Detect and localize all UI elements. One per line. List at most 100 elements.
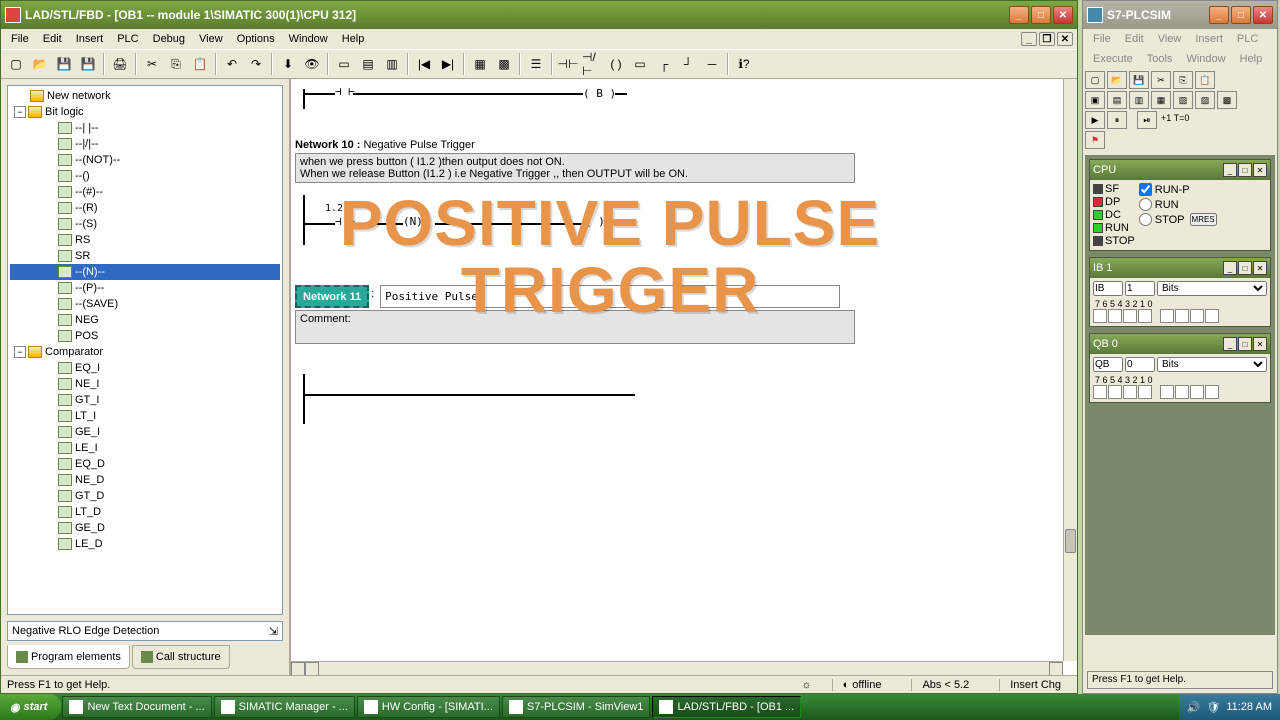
tree-bit-item[interactable]: --(R) xyxy=(10,200,280,216)
download-icon[interactable]: ⬇ xyxy=(277,53,299,75)
task-lad[interactable]: LAD/STL/FBD - [OB1 ... xyxy=(652,696,801,718)
p-cut-icon[interactable]: ✂ xyxy=(1151,71,1171,89)
lad-titlebar[interactable]: LAD/STL/FBD - [OB1 -- module 1\SIMATIC 3… xyxy=(1,1,1077,29)
p-step-icon[interactable]: ⏯ xyxy=(1137,111,1157,129)
w-close[interactable]: ✕ xyxy=(1253,261,1267,275)
horizontal-scrollbar[interactable] xyxy=(291,661,1063,675)
pmenu-window[interactable]: Window xyxy=(1180,51,1231,67)
save-icon[interactable]: 💾 xyxy=(53,53,75,75)
tray-icon[interactable]: 🛡 xyxy=(1206,701,1220,714)
pmenu-help[interactable]: Help xyxy=(1234,51,1269,67)
tree-bit-item[interactable]: --() xyxy=(10,168,280,184)
coil-icon[interactable]: ( ) xyxy=(605,53,627,75)
ib-format-select[interactable]: Bits xyxy=(1157,281,1267,296)
menu-insert[interactable]: Insert xyxy=(70,31,110,47)
w-min[interactable]: _ xyxy=(1223,261,1237,275)
tree-cmp-item[interactable]: LT_I xyxy=(10,408,280,424)
tree-cmp-item[interactable]: NE_D xyxy=(10,472,280,488)
p-run-icon[interactable]: ▶ xyxy=(1085,111,1105,129)
maximize-button[interactable]: □ xyxy=(1031,6,1051,24)
detail-icon[interactable]: ▩ xyxy=(493,53,515,75)
radio-stop[interactable]: STOP MRES xyxy=(1139,213,1217,226)
pmenu-insert[interactable]: Insert xyxy=(1189,31,1229,47)
branch-close-icon[interactable]: ┘ xyxy=(677,53,699,75)
net11-label[interactable]: Network 11 xyxy=(295,285,369,308)
tree-bit-item[interactable]: --| |-- xyxy=(10,120,280,136)
tree-bit-item[interactable]: POS xyxy=(10,328,280,344)
menu-view[interactable]: View xyxy=(193,31,229,47)
radio-run[interactable]: RUN xyxy=(1139,198,1217,211)
collapse-icon[interactable]: − xyxy=(14,346,26,358)
p-save-icon[interactable]: 💾 xyxy=(1129,71,1149,89)
mdi-close[interactable]: ✕ xyxy=(1057,32,1073,46)
scan-combo[interactable]: +1 T=0 xyxy=(1159,111,1191,129)
catalog-icon[interactable]: ☰ xyxy=(525,53,547,75)
mdi-restore[interactable]: ❐ xyxy=(1039,32,1055,46)
tab-program-elements[interactable]: Program elements xyxy=(7,645,130,669)
tree-bit-item[interactable]: RS xyxy=(10,232,280,248)
tree-cmp-item[interactable]: LE_I xyxy=(10,440,280,456)
contact-nc-icon[interactable]: ⊣/⊢ xyxy=(581,53,603,75)
ib-addr-input[interactable] xyxy=(1125,281,1155,296)
qb-format-select[interactable]: Bits xyxy=(1157,357,1267,372)
copy-icon[interactable]: ⎘ xyxy=(165,53,187,75)
ib-prefix[interactable] xyxy=(1093,281,1123,296)
plcsim-minimize[interactable]: _ xyxy=(1209,6,1229,24)
menu-plc[interactable]: PLC xyxy=(111,31,144,47)
menu-debug[interactable]: Debug xyxy=(147,31,191,47)
radio-runp[interactable]: RUN-P xyxy=(1139,183,1217,196)
print-icon[interactable]: 🖨 xyxy=(109,53,131,75)
scroll-left-icon[interactable] xyxy=(291,662,305,675)
plcsim-maximize[interactable]: □ xyxy=(1231,6,1251,24)
vertical-scrollbar[interactable] xyxy=(1063,79,1077,661)
system-tray[interactable]: 🔊 🛡 11:28 AM xyxy=(1179,694,1280,720)
dropdown-icon[interactable]: ⇲ xyxy=(269,625,278,638)
w-max[interactable]: □ xyxy=(1238,337,1252,351)
p-copy-icon[interactable]: ⎘ xyxy=(1173,71,1193,89)
w-close[interactable]: ✕ xyxy=(1253,337,1267,351)
tree-new-network[interactable]: New network xyxy=(10,88,280,104)
net11-title-input[interactable] xyxy=(380,285,840,308)
tree-bit-item[interactable]: --(#)-- xyxy=(10,184,280,200)
pmenu-view[interactable]: View xyxy=(1152,31,1188,47)
editor-area[interactable]: ⊣ ⊢ ( B ) Network 10 : Negative Pulse Tr… xyxy=(291,79,1077,675)
p-open-icon[interactable]: 📂 xyxy=(1107,71,1127,89)
tree-cmp-item[interactable]: GE_I xyxy=(10,424,280,440)
pmenu-execute[interactable]: Execute xyxy=(1087,51,1139,67)
pmenu-tools[interactable]: Tools xyxy=(1141,51,1179,67)
tool-icon[interactable]: ▭ xyxy=(333,53,355,75)
redo-icon[interactable]: ↷ xyxy=(245,53,267,75)
scroll-thumb[interactable] xyxy=(1065,529,1076,553)
qb-widget[interactable]: QB 0_□✕ Bits 7 6 5 4 3 2 1 0 xyxy=(1089,333,1271,403)
contact-no-icon[interactable]: ⊣⊢ xyxy=(557,53,579,75)
tree-comparator[interactable]: −Comparator xyxy=(10,344,280,360)
menu-edit[interactable]: Edit xyxy=(37,31,68,47)
qb-addr-input[interactable] xyxy=(1125,357,1155,372)
tree-bit-logic[interactable]: −Bit logic xyxy=(10,104,280,120)
menu-help[interactable]: Help xyxy=(336,31,371,47)
ib-widget[interactable]: IB 1_□✕ Bits 7 6 5 4 3 2 1 0 xyxy=(1089,257,1271,327)
w-max[interactable]: □ xyxy=(1238,163,1252,177)
pmenu-edit[interactable]: Edit xyxy=(1119,31,1150,47)
start-button[interactable]: ◉ start xyxy=(0,694,61,720)
w-min[interactable]: _ xyxy=(1223,337,1237,351)
tree-bit-item[interactable]: --|/|-- xyxy=(10,136,280,152)
w-max[interactable]: □ xyxy=(1238,261,1252,275)
tray-clock[interactable]: 11:28 AM xyxy=(1226,701,1272,713)
p-pause-icon[interactable]: ⏸ xyxy=(1107,111,1127,129)
tree-cmp-item[interactable]: LT_D xyxy=(10,504,280,520)
scroll-right-icon[interactable] xyxy=(1049,662,1063,675)
help-icon[interactable]: ℹ? xyxy=(733,53,755,75)
tree-cmp-item[interactable]: EQ_D xyxy=(10,456,280,472)
undo-icon[interactable]: ↶ xyxy=(221,53,243,75)
tree-bit-item[interactable]: SR xyxy=(10,248,280,264)
w-min[interactable]: _ xyxy=(1223,163,1237,177)
tree-bit-item[interactable]: --(P)-- xyxy=(10,280,280,296)
w-close[interactable]: ✕ xyxy=(1253,163,1267,177)
open-icon[interactable]: 📂 xyxy=(29,53,51,75)
tree-cmp-item[interactable]: LE_D xyxy=(10,536,280,552)
p-paste-icon[interactable]: 📋 xyxy=(1195,71,1215,89)
paste-icon[interactable]: 📋 xyxy=(189,53,211,75)
goto-start-icon[interactable]: |◀ xyxy=(413,53,435,75)
collapse-icon[interactable]: − xyxy=(14,106,26,118)
